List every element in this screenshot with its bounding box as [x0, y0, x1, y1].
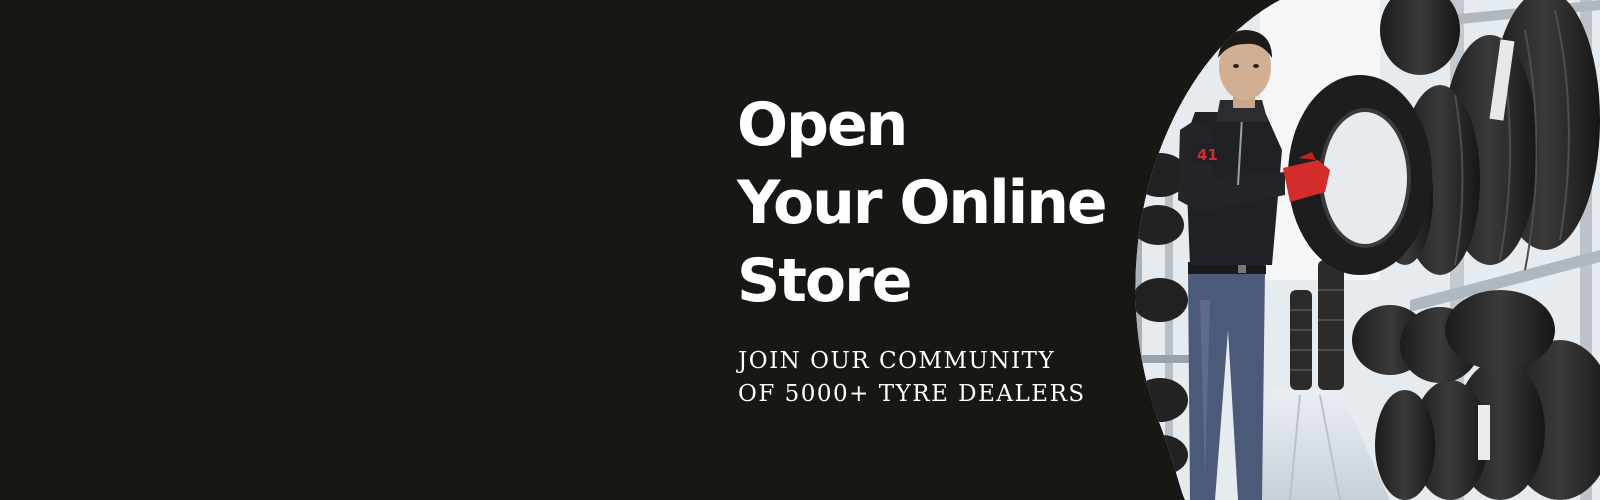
- tyre-warehouse-photo: 41: [1135, 0, 1600, 500]
- hero-banner: Open Your Online Store JOIN OUR COMMUNIT…: [0, 0, 1600, 500]
- sleeve-badge: 41: [1197, 146, 1218, 164]
